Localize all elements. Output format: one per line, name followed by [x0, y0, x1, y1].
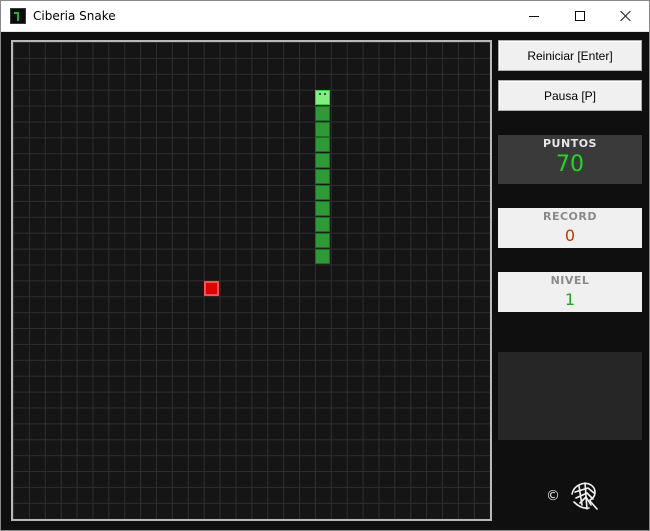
- snake-segment: [315, 185, 331, 201]
- level-panel: NIVEL 1: [498, 272, 642, 312]
- snake-segment: [315, 216, 331, 232]
- score-value: 70: [556, 152, 584, 177]
- copyright-symbol: ©: [546, 488, 560, 504]
- snake-segment: [315, 248, 331, 264]
- game-board[interactable]: [11, 40, 492, 521]
- snake-head: [315, 89, 331, 105]
- snake-segment: [315, 169, 331, 185]
- title-bar[interactable]: Ciberia Snake: [1, 1, 649, 32]
- game-window: Ciberia Snake Reiniciar [Enter] Pausa [P…: [0, 0, 650, 531]
- snake-segment: [315, 153, 331, 169]
- level-value: 1: [564, 290, 576, 309]
- pause-button[interactable]: Pausa [P]: [498, 80, 642, 111]
- app-icon: [10, 8, 26, 24]
- board-grid: [13, 42, 490, 519]
- food-item: [203, 280, 219, 296]
- maximize-button[interactable]: [557, 1, 603, 31]
- restart-button[interactable]: Reiniciar [Enter]: [498, 40, 642, 71]
- info-panel: [498, 352, 642, 440]
- close-button[interactable]: [603, 1, 649, 31]
- snake-segment: [315, 121, 331, 137]
- record-value: 0: [564, 226, 576, 245]
- minimize-button[interactable]: [511, 1, 557, 31]
- snake-segment: [315, 137, 331, 153]
- score-label: PUNTOS: [543, 137, 597, 150]
- record-panel: RECORD 0: [498, 208, 642, 248]
- snake-segment: [315, 201, 331, 216]
- snake-segment: [315, 105, 331, 121]
- snake-segment: [315, 232, 331, 248]
- close-icon: [620, 10, 632, 22]
- window-title: Ciberia Snake: [33, 9, 116, 23]
- minimize-icon: [529, 15, 539, 17]
- record-label: RECORD: [542, 210, 597, 223]
- level-label: NIVEL: [550, 274, 590, 287]
- author-logo-icon: [571, 482, 598, 510]
- score-panel: PUNTOS 70: [498, 135, 642, 184]
- maximize-icon: [575, 11, 585, 21]
